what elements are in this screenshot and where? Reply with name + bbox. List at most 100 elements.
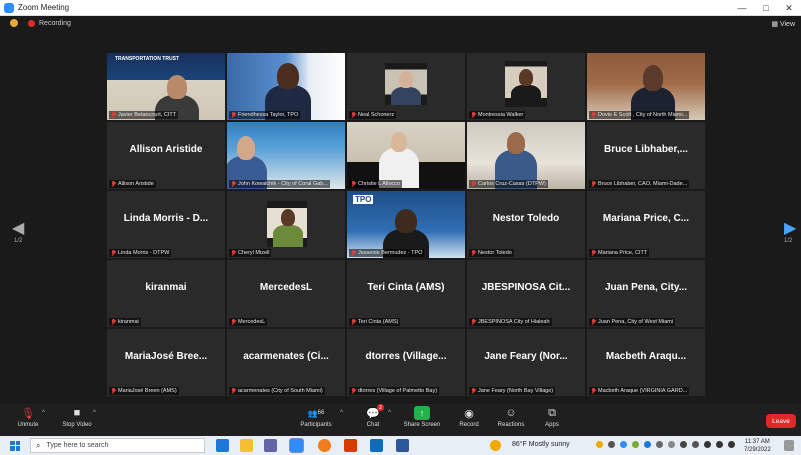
participant-display-name: MercedesL: [259, 282, 313, 293]
audio-options-caret-icon[interactable]: ^: [42, 410, 45, 416]
maximize-button[interactable]: □: [754, 0, 778, 16]
participant-name-label: Jessenie Bermudez - TPO: [349, 249, 425, 257]
security-shield-icon[interactable]: [10, 19, 18, 27]
network-icon[interactable]: [728, 441, 735, 448]
muted-mic-icon: [351, 250, 356, 256]
participant-tile[interactable]: acarmenates (Ci... acarmenates (City of S…: [227, 329, 345, 396]
participants-button[interactable]: 👥 66 Participants: [291, 406, 341, 429]
participant-tile[interactable]: Mariana Price, C... Mariana Price, CITT: [587, 191, 705, 258]
participant-tile[interactable]: Linda Morris - D... Linda Morris - DTPW: [107, 191, 225, 258]
office-icon[interactable]: [344, 439, 357, 452]
participant-tile[interactable]: Dovie E Scott , City of North Miami...: [587, 53, 705, 120]
muted-mic-icon: [591, 319, 596, 325]
file-explorer-icon[interactable]: [240, 439, 253, 452]
tray-icon-6[interactable]: [656, 441, 663, 448]
participant-tile[interactable]: JBESPINOSA Cit... JBESPINOSA City of Hial…: [467, 260, 585, 327]
participant-display-name: Allison Aristide: [129, 144, 203, 155]
participant-tile[interactable]: MariaJosé Bree... MariaJosé Breen (AMS): [107, 329, 225, 396]
chat-caret-icon[interactable]: ^: [388, 410, 391, 416]
minimize-button[interactable]: —: [730, 0, 754, 16]
participant-tile[interactable]: Friendhessa Taylor, TPO: [227, 53, 345, 120]
participant-tile[interactable]: TRANSPORTATION TRUST Javier Betancourt, C…: [107, 53, 225, 120]
participant-tile[interactable]: kiranmai kiranmai: [107, 260, 225, 327]
participant-name-label: JBESPINOSA City of Hialeah: [469, 318, 552, 326]
participant-tile[interactable]: Cheryl Mizell: [227, 191, 345, 258]
word-icon[interactable]: [396, 439, 409, 452]
participant-name-text: John Kowalchik - City of Coral Gab...: [238, 181, 328, 187]
participant-name-text: JBESPINOSA City of Hialeah: [478, 319, 550, 325]
edge-icon[interactable]: [216, 439, 229, 452]
tray-icon-2[interactable]: [608, 441, 615, 448]
taskbar-search-input[interactable]: ⌕ Type here to search: [30, 438, 205, 453]
apps-grid-icon: ⧉: [548, 406, 556, 419]
close-button[interactable]: ✕: [777, 0, 801, 16]
unmute-button[interactable]: 🎙 Unmute: [3, 406, 53, 429]
participant-tile[interactable]: TPO Jessenie Bermudez - TPO: [347, 191, 465, 258]
muted-mic-icon: [591, 250, 596, 256]
recording-indicator[interactable]: Recording: [10, 19, 71, 27]
share-screen-button[interactable]: ↑ Share Screen: [397, 406, 447, 428]
apps-button[interactable]: ⧉ Apps: [527, 406, 577, 429]
muted-mic-icon: [351, 181, 356, 187]
participant-tile[interactable]: Neal Schonerz: [347, 53, 465, 120]
participant-tile[interactable]: Teri Cinta (AMS) Teri Cinta (AMS): [347, 260, 465, 327]
participant-tile[interactable]: Montressia Walker: [467, 53, 585, 120]
chat-bubble-icon: 💬 2: [365, 404, 384, 420]
zoom-logo-icon: [4, 2, 14, 13]
tray-icon-7[interactable]: [668, 441, 675, 448]
tray-icon-8[interactable]: [680, 441, 687, 448]
tray-icon-1[interactable]: [596, 441, 603, 448]
participant-name-text: dtorres (Village of Palmetto Bay): [358, 388, 438, 394]
participant-tile[interactable]: Jane Feary (Nor... Jane Feary (North Bay …: [467, 329, 585, 396]
clock-date: 7/29/2022: [744, 447, 771, 453]
notifications-icon[interactable]: [784, 440, 794, 451]
search-placeholder: Type here to search: [46, 442, 109, 449]
participant-tile[interactable]: Christie L Allocco: [347, 122, 465, 189]
participant-name-label: Christie L Allocco: [349, 180, 402, 188]
taskbar-clock[interactable]: 11:37 AM 7/29/2022: [744, 438, 771, 454]
video-options-caret-icon[interactable]: ^: [93, 410, 96, 416]
participant-name-label: kiranmai: [109, 318, 141, 326]
participant-name-label: Allison Aristide: [109, 180, 156, 188]
participant-display-name: kiranmai: [145, 282, 187, 293]
view-button[interactable]: ▦ View: [771, 20, 795, 28]
wifi-icon[interactable]: [692, 441, 699, 448]
participant-tile[interactable]: Macbeth Araqu... Macbeth Araque (VIRGINIA…: [587, 329, 705, 396]
participant-tile[interactable]: Juan Pena, City... Juan Pena, City of Wes…: [587, 260, 705, 327]
teams-icon[interactable]: [264, 439, 277, 452]
windows-start-icon[interactable]: [10, 440, 20, 451]
participant-video: [227, 191, 345, 258]
participants-caret-icon[interactable]: ^: [340, 410, 343, 416]
bluetooth-icon[interactable]: [644, 441, 651, 448]
prev-page-arrow-icon[interactable]: ◀: [12, 218, 24, 238]
share-arrow-icon: ↑: [414, 406, 430, 420]
leave-button[interactable]: Leave: [766, 414, 796, 428]
next-page-arrow-icon[interactable]: ▶: [784, 218, 796, 238]
participant-tile[interactable]: Carlos Cruz-Casas (DTPW): [467, 122, 585, 189]
battery-icon[interactable]: [704, 441, 711, 448]
participant-video: TRANSPORTATION TRUST: [107, 53, 225, 120]
participant-tile[interactable]: MercedesL MercedesL: [227, 260, 345, 327]
page-indicator-left: 1/2: [14, 238, 23, 244]
participant-name-text: Allison Aristide: [118, 181, 154, 187]
tray-icon-3[interactable]: [620, 441, 627, 448]
participant-tile[interactable]: Allison Aristide Allison Aristide: [107, 122, 225, 189]
participant-tile[interactable]: Nestor Toledo Nestor Toledo: [467, 191, 585, 258]
volume-icon[interactable]: [716, 441, 723, 448]
zoom-taskbar-icon[interactable]: [289, 438, 304, 453]
participant-name-label: Mariana Price, CITT: [589, 249, 650, 257]
participant-name-text: acarmenates (City of South Miami): [238, 388, 323, 394]
outlook-icon[interactable]: [370, 439, 383, 452]
search-icon: ⌕: [36, 440, 41, 450]
participant-name-text: Jane Feary (North Bay Village): [478, 388, 554, 394]
participant-tile[interactable]: dtorres (Village... dtorres (Village of P…: [347, 329, 465, 396]
participant-name-text: MariaJosé Breen (AMS): [118, 388, 177, 394]
participant-video: [467, 53, 585, 120]
tray-icon-4[interactable]: [632, 441, 639, 448]
weather-text[interactable]: 86°F Mostly sunny: [512, 441, 570, 448]
firefox-icon[interactable]: [318, 439, 331, 452]
muted-mic-icon: [351, 319, 356, 325]
muted-mic-icon: [111, 181, 116, 187]
participant-tile[interactable]: Bruce Libhaber,... Bruce Libhaber, CAO, M…: [587, 122, 705, 189]
participant-tile[interactable]: John Kowalchik - City of Coral Gab...: [227, 122, 345, 189]
